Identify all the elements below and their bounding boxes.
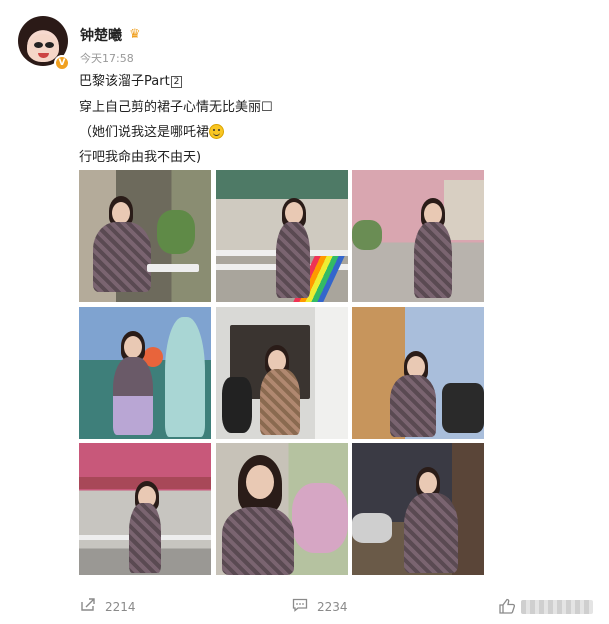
photo-1-plant: [157, 210, 195, 254]
photo-1[interactable]: [79, 170, 211, 302]
post-text-line-4: 行吧我命由我不由天): [79, 150, 202, 165]
photo-8-figure: [222, 507, 294, 575]
username[interactable]: 钟楚曦: [80, 25, 122, 45]
photo-7[interactable]: [79, 443, 211, 575]
photo-1-head: [112, 202, 130, 224]
photo-4-painted-figure: [165, 317, 205, 437]
post-text-line-3: （她们说我这是哪吒裙: [79, 121, 225, 140]
photo-6[interactable]: [352, 307, 484, 439]
post-text-line-1: 巴黎该溜子Part 2: [79, 70, 183, 89]
photo-9[interactable]: [352, 443, 484, 575]
photo-4-figure: [113, 357, 153, 435]
photo-6-figure: [390, 375, 436, 437]
photo-grid: [79, 170, 484, 575]
photo-1-figure: [93, 222, 151, 292]
like-icon[interactable]: [498, 598, 516, 614]
post-text-line-2: 穿上自己剪的裙子心情无比美丽☐: [79, 100, 273, 115]
verified-v-icon: V: [54, 55, 70, 71]
photo-2-head: [285, 202, 303, 224]
photo-3-figure: [414, 222, 452, 298]
avatar-eye-right: [45, 42, 54, 48]
photo-2-figure: [276, 222, 310, 298]
photo-9-figure: [404, 493, 458, 573]
photo-9-car: [352, 513, 392, 543]
photo-8-head: [246, 465, 274, 499]
photo-8-flowers: [292, 483, 348, 553]
photo-3-building: [444, 180, 484, 240]
smile-emoji-icon: [209, 124, 225, 139]
like-count-blurred: [521, 600, 593, 614]
photo-7-figure: [129, 503, 161, 573]
photo-5[interactable]: [216, 307, 348, 439]
photo-9-head: [419, 472, 437, 494]
photo-3[interactable]: [352, 170, 484, 302]
post-text-paren: （她们说我这是哪吒裙: [79, 125, 210, 140]
photo-1-table: [147, 264, 199, 272]
photo-2[interactable]: [216, 170, 348, 302]
post-timestamp[interactable]: 今天17:58: [80, 50, 134, 66]
number-box: 2: [170, 76, 183, 88]
comment-icon[interactable]: [292, 598, 308, 616]
photo-3-bush: [352, 220, 382, 250]
avatar-eye-left: [34, 42, 43, 48]
post-text-title: 巴黎该溜子Part: [79, 74, 170, 89]
photo-5-scooter: [222, 377, 252, 433]
share-icon[interactable]: [80, 598, 96, 616]
photo-4-head: [124, 336, 142, 358]
crown-icon[interactable]: ♛: [129, 27, 141, 42]
photo-4[interactable]: [79, 307, 211, 439]
photo-6-car: [442, 383, 484, 433]
photo-5-figure: [260, 369, 300, 435]
repost-count[interactable]: 2214: [105, 600, 136, 614]
photo-8[interactable]: [216, 443, 348, 575]
comment-count[interactable]: 2234: [317, 600, 348, 614]
